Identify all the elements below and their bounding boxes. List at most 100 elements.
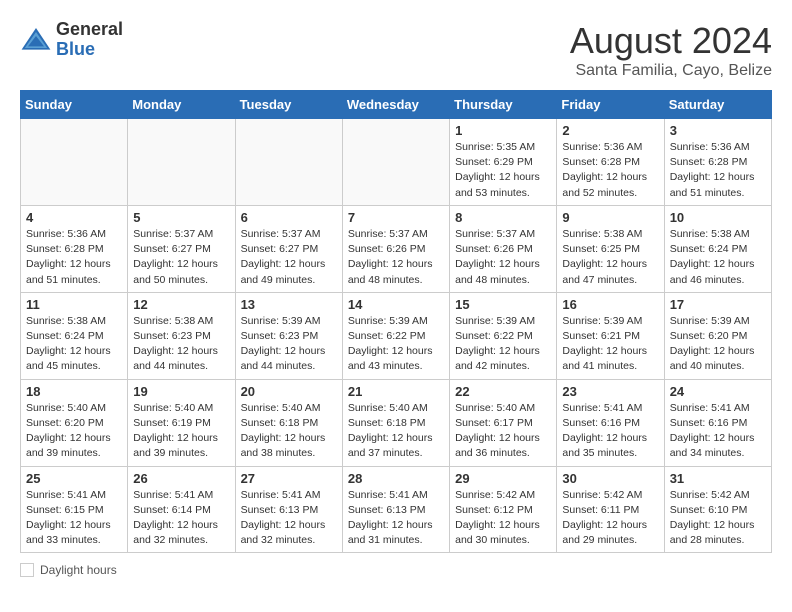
week-row-2: 4Sunrise: 5:36 AM Sunset: 6:28 PM Daylig… [21,205,772,292]
day-info: Sunrise: 5:37 AM Sunset: 6:27 PM Dayligh… [133,227,229,288]
day-number: 26 [133,471,229,486]
day-info: Sunrise: 5:36 AM Sunset: 6:28 PM Dayligh… [670,140,766,201]
week-row-3: 11 Sunrise: 5:38 AM Sunset: 6:24 PM Dayli… [21,292,772,379]
day-number: 1 [455,123,551,138]
day-info: Sunrise: 5:38 AM Sunset: 6:25 PM Dayligh… [562,227,658,288]
day-info: Sunrise: 5:41 AM Sunset: 6:16 PM Dayligh… [670,401,766,462]
day-info: Sunrise: 5:39 AM Sunset: 6:21 PM Dayligh… [562,314,658,375]
day-number: 24 [670,384,766,399]
calendar-cell: 4Sunrise: 5:36 AM Sunset: 6:28 PM Daylig… [21,205,128,292]
day-number: 13 [241,297,337,312]
calendar-cell: 6Sunrise: 5:37 AM Sunset: 6:27 PM Daylig… [235,205,342,292]
calendar-cell: 22 Sunrise: 5:40 AM Sunset: 6:17 PM Dayli… [450,379,557,466]
day-info: Sunrise: 5:41 AM Sunset: 6:13 PM Dayligh… [241,488,337,549]
calendar-cell [128,119,235,206]
calendar-cell: 31Sunrise: 5:42 AM Sunset: 6:10 PM Dayli… [664,466,771,553]
calendar-cell: 1Sunrise: 5:35 AM Sunset: 6:29 PM Daylig… [450,119,557,206]
calendar-cell: 5 Sunrise: 5:37 AM Sunset: 6:27 PM Daylig… [128,205,235,292]
day-number: 23 [562,384,658,399]
day-info: Sunrise: 5:41 AM Sunset: 6:14 PM Dayligh… [133,488,229,549]
day-info: Sunrise: 5:37 AM Sunset: 6:27 PM Dayligh… [241,227,337,288]
week-row-5: 25 Sunrise: 5:41 AM Sunset: 6:15 PM Dayli… [21,466,772,553]
day-info: Sunrise: 5:40 AM Sunset: 6:20 PM Dayligh… [26,401,122,462]
calendar-cell: 17 Sunrise: 5:39 AM Sunset: 6:20 PM Dayli… [664,292,771,379]
footer-label: Daylight hours [40,563,117,577]
calendar-cell: 19Sunrise: 5:40 AM Sunset: 6:19 PM Dayli… [128,379,235,466]
calendar-cell: 14 Sunrise: 5:39 AM Sunset: 6:22 PM Dayli… [342,292,449,379]
day-info: Sunrise: 5:41 AM Sunset: 6:15 PM Dayligh… [26,488,122,549]
day-number: 12 [133,297,229,312]
day-number: 5 [133,210,229,225]
calendar-cell: 2Sunrise: 5:36 AM Sunset: 6:28 PM Daylig… [557,119,664,206]
day-info: Sunrise: 5:38 AM Sunset: 6:24 PM Dayligh… [670,227,766,288]
calendar-cell [235,119,342,206]
header-day-monday: Monday [128,91,235,119]
calendar-cell: 28 Sunrise: 5:41 AM Sunset: 6:13 PM Dayli… [342,466,449,553]
calendar-cell: 30Sunrise: 5:42 AM Sunset: 6:11 PM Dayli… [557,466,664,553]
calendar-cell: 11 Sunrise: 5:38 AM Sunset: 6:24 PM Dayli… [21,292,128,379]
header-row: SundayMondayTuesdayWednesdayThursdayFrid… [21,91,772,119]
day-number: 11 [26,297,122,312]
header-day-wednesday: Wednesday [342,91,449,119]
month-title: August 2024 [570,20,772,62]
day-info: Sunrise: 5:42 AM Sunset: 6:12 PM Dayligh… [455,488,551,549]
header-day-tuesday: Tuesday [235,91,342,119]
day-number: 28 [348,471,444,486]
calendar-cell: 25 Sunrise: 5:41 AM Sunset: 6:15 PM Dayli… [21,466,128,553]
calendar-cell: 18 Sunrise: 5:40 AM Sunset: 6:20 PM Dayli… [21,379,128,466]
day-info: Sunrise: 5:38 AM Sunset: 6:23 PM Dayligh… [133,314,229,375]
day-info: Sunrise: 5:41 AM Sunset: 6:13 PM Dayligh… [348,488,444,549]
calendar-cell: 15 Sunrise: 5:39 AM Sunset: 6:22 PM Dayli… [450,292,557,379]
day-number: 9 [562,210,658,225]
day-number: 14 [348,297,444,312]
day-info: Sunrise: 5:36 AM Sunset: 6:28 PM Dayligh… [26,227,122,288]
calendar-cell [21,119,128,206]
day-number: 8 [455,210,551,225]
day-info: Sunrise: 5:42 AM Sunset: 6:11 PM Dayligh… [562,488,658,549]
day-info: Sunrise: 5:40 AM Sunset: 6:17 PM Dayligh… [455,401,551,462]
calendar-cell: 3Sunrise: 5:36 AM Sunset: 6:28 PM Daylig… [664,119,771,206]
calendar-cell: 7 Sunrise: 5:37 AM Sunset: 6:26 PM Daylig… [342,205,449,292]
calendar-cell [342,119,449,206]
day-number: 15 [455,297,551,312]
calendar-cell: 13 Sunrise: 5:39 AM Sunset: 6:23 PM Dayli… [235,292,342,379]
header-day-thursday: Thursday [450,91,557,119]
calendar-cell: 8 Sunrise: 5:37 AM Sunset: 6:26 PM Daylig… [450,205,557,292]
day-number: 25 [26,471,122,486]
day-info: Sunrise: 5:40 AM Sunset: 6:18 PM Dayligh… [348,401,444,462]
day-number: 17 [670,297,766,312]
header-day-sunday: Sunday [21,91,128,119]
day-info: Sunrise: 5:39 AM Sunset: 6:22 PM Dayligh… [455,314,551,375]
logo-blue: Blue [56,39,95,59]
day-number: 21 [348,384,444,399]
day-number: 31 [670,471,766,486]
day-number: 18 [26,384,122,399]
week-row-4: 18 Sunrise: 5:40 AM Sunset: 6:20 PM Dayli… [21,379,772,466]
calendar-cell: 20 Sunrise: 5:40 AM Sunset: 6:18 PM Dayli… [235,379,342,466]
day-info: Sunrise: 5:37 AM Sunset: 6:26 PM Dayligh… [455,227,551,288]
day-info: Sunrise: 5:39 AM Sunset: 6:22 PM Dayligh… [348,314,444,375]
calendar-cell: 29Sunrise: 5:42 AM Sunset: 6:12 PM Dayli… [450,466,557,553]
calendar-cell: 12 Sunrise: 5:38 AM Sunset: 6:23 PM Dayli… [128,292,235,379]
day-number: 20 [241,384,337,399]
day-number: 22 [455,384,551,399]
calendar-cell: 9 Sunrise: 5:38 AM Sunset: 6:25 PM Daylig… [557,205,664,292]
day-number: 7 [348,210,444,225]
day-info: Sunrise: 5:37 AM Sunset: 6:26 PM Dayligh… [348,227,444,288]
day-info: Sunrise: 5:40 AM Sunset: 6:18 PM Dayligh… [241,401,337,462]
calendar-cell: 10 Sunrise: 5:38 AM Sunset: 6:24 PM Dayli… [664,205,771,292]
day-number: 10 [670,210,766,225]
day-info: Sunrise: 5:38 AM Sunset: 6:24 PM Dayligh… [26,314,122,375]
calendar-cell: 21 Sunrise: 5:40 AM Sunset: 6:18 PM Dayli… [342,379,449,466]
day-info: Sunrise: 5:39 AM Sunset: 6:20 PM Dayligh… [670,314,766,375]
calendar-cell: 16 Sunrise: 5:39 AM Sunset: 6:21 PM Dayli… [557,292,664,379]
footer-box [20,563,34,577]
calendar-cell: 24 Sunrise: 5:41 AM Sunset: 6:16 PM Dayli… [664,379,771,466]
day-info: Sunrise: 5:39 AM Sunset: 6:23 PM Dayligh… [241,314,337,375]
location: Santa Familia, Cayo, Belize [570,62,772,80]
day-number: 16 [562,297,658,312]
logo-general: General [56,19,123,39]
day-info: Sunrise: 5:41 AM Sunset: 6:16 PM Dayligh… [562,401,658,462]
day-info: Sunrise: 5:40 AM Sunset: 6:19 PM Dayligh… [133,401,229,462]
logo-text: General Blue [56,20,123,60]
